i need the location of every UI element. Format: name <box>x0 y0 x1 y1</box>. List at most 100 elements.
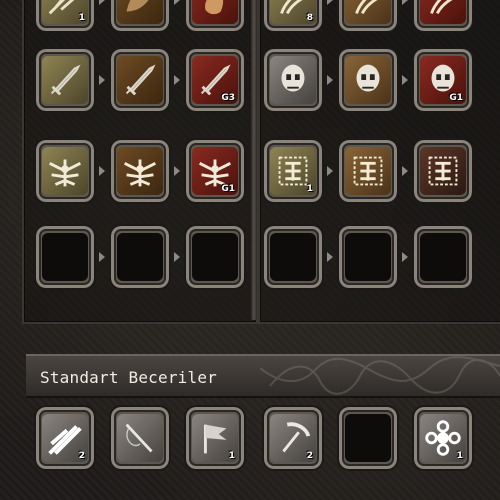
fishing-rod-icon <box>117 414 163 462</box>
empty-slot-icon <box>345 233 391 281</box>
skill-tile-inner <box>117 147 163 195</box>
skill-tile-inner <box>42 56 88 104</box>
claw-icon <box>345 0 391 24</box>
progression-arrow-icon <box>327 0 333 5</box>
skill-tile-inner: 1 <box>42 0 88 24</box>
skill-tile-left-r2-c1[interactable] <box>34 47 96 113</box>
skill-tile-right-r4-c1[interactable] <box>262 224 324 290</box>
skill-tile-left-r4-c3[interactable] <box>184 224 246 290</box>
skill-tile-inner <box>345 233 391 281</box>
skill-level-label: 2 <box>78 451 85 461</box>
skill-tile-right-r3-c1[interactable]: 1 <box>262 138 324 204</box>
skill-tile-right-r1-c2[interactable] <box>337 0 399 33</box>
skill-tile-inner <box>117 414 163 462</box>
skill-tile-inner <box>192 233 238 281</box>
skill-tile-inner <box>270 56 316 104</box>
skill-tile-left-r3-c1[interactable] <box>34 138 96 204</box>
skill-level-label: G1 <box>449 93 463 103</box>
skill-tile-inner <box>42 233 88 281</box>
skill-tile-inner: 1 <box>420 414 466 462</box>
skill-tile-inner: G1 <box>420 56 466 104</box>
skill-tile-inner: 2 <box>270 414 316 462</box>
skill-tile-left-r1-c2[interactable] <box>109 0 171 33</box>
skill-level-label: 2 <box>306 451 313 461</box>
skill-level-label: 8 <box>306 13 313 23</box>
standard-skills-header: Standart Beceriler <box>26 354 500 398</box>
skill-tile-right-r3-c2[interactable] <box>337 138 399 204</box>
standard-skill-3[interactable]: 1 <box>184 405 246 471</box>
progression-arrow-icon <box>99 166 105 176</box>
progression-arrow-icon <box>99 252 105 262</box>
progression-arrow-icon <box>402 75 408 85</box>
skill-tile-inner <box>345 0 391 24</box>
skill-tile-inner: 8 <box>270 0 316 24</box>
skill-tile-left-r2-c3[interactable]: G3 <box>184 47 246 113</box>
sword-icon <box>42 56 88 104</box>
skill-tile-inner <box>345 147 391 195</box>
skill-tile-right-r2-c3[interactable]: G1 <box>412 47 474 113</box>
leaf-icon <box>117 0 163 24</box>
skill-tile-left-r4-c1[interactable] <box>34 224 96 290</box>
skill-tile-right-r4-c2[interactable] <box>337 224 399 290</box>
standard-skill-5[interactable] <box>337 405 399 471</box>
skill-tile-right-r1-c3[interactable] <box>412 0 474 33</box>
skill-tile-right-r1-c1[interactable]: 8 <box>262 0 324 33</box>
skill-tile-inner <box>117 0 163 24</box>
progression-arrow-icon <box>174 166 180 176</box>
skill-tile-inner <box>117 233 163 281</box>
skill-tile-right-r2-c1[interactable] <box>262 47 324 113</box>
column-divider <box>251 0 257 320</box>
standard-skill-1[interactable]: 2 <box>34 405 96 471</box>
skill-level-label: G1 <box>221 184 235 194</box>
skill-tile-left-r3-c3[interactable]: G1 <box>184 138 246 204</box>
skill-tile-right-r2-c2[interactable] <box>337 47 399 113</box>
skill-tile-inner: 2 <box>42 414 88 462</box>
skill-tile-inner <box>420 233 466 281</box>
winged-crest-icon <box>117 147 163 195</box>
skill-tile-inner <box>345 414 391 462</box>
skill-tile-inner: G3 <box>192 56 238 104</box>
empty-slot-icon <box>420 233 466 281</box>
skill-tile-inner <box>117 56 163 104</box>
flame-icon <box>192 0 238 24</box>
progression-arrow-icon <box>174 0 180 5</box>
sword-icon <box>117 56 163 104</box>
progression-arrow-icon <box>402 166 408 176</box>
progression-arrow-icon <box>174 252 180 262</box>
skill-tile-left-r1-c1[interactable]: 1 <box>34 0 96 33</box>
skill-tile-right-r3-c3[interactable] <box>412 138 474 204</box>
empty-slot-icon <box>270 233 316 281</box>
skill-tile-inner: 1 <box>192 414 238 462</box>
skill-tile-inner <box>270 233 316 281</box>
progression-arrow-icon <box>99 75 105 85</box>
winged-crest-icon <box>42 147 88 195</box>
progression-arrow-icon <box>99 0 105 5</box>
progression-arrow-icon <box>174 75 180 85</box>
empty-slot-icon <box>42 233 88 281</box>
skill-tile-left-r1-c3[interactable] <box>184 0 246 33</box>
progression-arrow-icon <box>327 75 333 85</box>
progression-arrow-icon <box>402 252 408 262</box>
skill-tile-inner: 1 <box>270 147 316 195</box>
standard-skill-4[interactable]: 2 <box>262 405 324 471</box>
skill-tile-left-r4-c2[interactable] <box>109 224 171 290</box>
glyph-icon <box>345 147 391 195</box>
skill-tile-left-r2-c2[interactable] <box>109 47 171 113</box>
standard-skill-2[interactable] <box>109 405 171 471</box>
skill-tile-inner <box>42 147 88 195</box>
claw-icon <box>420 0 466 24</box>
skill-level-label: 1 <box>456 451 463 461</box>
skill-tile-inner: G1 <box>192 147 238 195</box>
skill-tile-inner <box>420 0 466 24</box>
empty-slot-icon <box>117 233 163 281</box>
progression-arrow-icon <box>402 0 408 5</box>
skill-tile-left-r3-c2[interactable] <box>109 138 171 204</box>
ornament-pattern-icon <box>260 356 500 395</box>
skill-level-label: 1 <box>306 184 313 194</box>
skill-tile-inner <box>420 147 466 195</box>
skill-tile-right-r4-c3[interactable] <box>412 224 474 290</box>
progression-arrow-icon <box>327 166 333 176</box>
standard-skill-6[interactable]: 1 <box>412 405 474 471</box>
skill-tile-inner <box>192 0 238 24</box>
skill-window: 1 G3 G1 8 G1 1 Standart Beceriler 2 1 2 1 <box>0 0 500 500</box>
